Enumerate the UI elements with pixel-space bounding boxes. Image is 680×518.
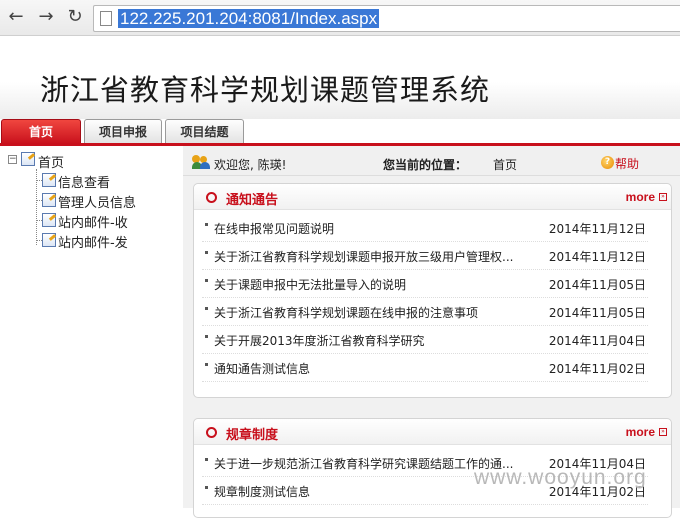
tab-home[interactable]: 首页 <box>1 119 81 144</box>
back-arrow-icon[interactable]: ← <box>5 6 27 28</box>
ring-bullet-icon <box>206 427 217 438</box>
notices-panel: 通知通告 more » 在线申报常见问题说明 2014年11月12日 关于浙江省… <box>193 183 672 398</box>
collapse-toggle-icon[interactable]: − <box>8 155 17 164</box>
notice-date: 2014年11月12日 <box>548 250 646 264</box>
status-bar: 欢迎您, 陈瑛! 您当前的位置： 首页 ? 帮助 <box>183 150 680 176</box>
tree-root-label[interactable]: 首页 <box>38 152 64 171</box>
sidebar-item-label[interactable]: 站内邮件-收 <box>58 212 128 231</box>
reload-icon[interactable]: ↻ <box>64 6 86 28</box>
sidebar-item-label[interactable]: 信息查看 <box>58 172 110 191</box>
doc-edit-icon <box>42 233 56 247</box>
address-url[interactable]: 122.225.201.204:8081/Index.aspx <box>118 9 380 28</box>
more-link[interactable]: more <box>626 425 655 439</box>
sidebar-tree: − 首页 信息查看 管理人员信息 站内邮件-收 站内邮件-发 <box>0 146 183 508</box>
location-value: 首页 <box>493 158 518 172</box>
folder-doc-icon <box>21 152 35 166</box>
notice-title[interactable]: 关于课题申报中无法批量导入的说明 <box>214 276 514 293</box>
doc-edit-icon <box>42 193 56 207</box>
panel-title: 规章制度 <box>226 428 279 443</box>
address-bar[interactable]: 122.225.201.204:8081/Index.aspx <box>93 5 680 32</box>
users-icon <box>192 155 210 169</box>
page-icon <box>100 11 112 26</box>
panel-header: 通知通告 more » <box>194 184 671 210</box>
list-item[interactable]: 关于开展2013年度浙江省教育科学研究 2014年11月04日 <box>202 326 648 354</box>
sidebar-item-label[interactable]: 站内邮件-发 <box>58 232 128 251</box>
main-content: 欢迎您, 陈瑛! 您当前的位置： 首页 ? 帮助 通知通告 more » 在线申… <box>183 146 680 518</box>
help-label[interactable]: 帮助 <box>615 157 639 171</box>
rule-title[interactable]: 关于进一步规范浙江省教育科学研究课题结题工作的通... <box>214 455 514 472</box>
panel-title: 通知通告 <box>226 193 279 208</box>
doc-edit-icon <box>42 213 56 227</box>
notice-title[interactable]: 在线申报常见问题说明 <box>214 220 514 237</box>
notice-title[interactable]: 关于开展2013年度浙江省教育科学研究 <box>214 332 514 349</box>
notice-date: 2014年11月04日 <box>548 334 646 348</box>
notice-date: 2014年11月12日 <box>548 222 646 236</box>
notice-date: 2014年11月02日 <box>548 362 646 376</box>
ring-bullet-icon <box>206 192 217 203</box>
system-title: 浙江省教育科学规划课题管理系统 <box>40 73 491 107</box>
notice-date: 2014年11月05日 <box>548 306 646 320</box>
list-item[interactable]: 通知通告测试信息 2014年11月02日 <box>202 354 648 382</box>
sidebar-item-label[interactable]: 管理人员信息 <box>58 192 136 211</box>
main-tab-bar: 首页 项目申报 项目结题 <box>0 119 680 145</box>
site-header: 浙江省教育科学规划课题管理系统 <box>0 37 680 119</box>
list-item[interactable]: 在线申报常见问题说明 2014年11月12日 <box>202 214 648 242</box>
watermark-text: www.wooyun.org <box>474 466 647 489</box>
notice-title[interactable]: 关于浙江省教育科学规划课题在线申报的注意事项 <box>214 304 514 321</box>
more-arrow-icon[interactable]: » <box>659 193 667 201</box>
rule-title[interactable]: 规章制度测试信息 <box>214 483 514 500</box>
list-item[interactable]: 关于浙江省教育科学规划课题申报开放三级用户管理权... 2014年11月12日 <box>202 242 648 270</box>
list-item[interactable]: 关于课题申报中无法批量导入的说明 2014年11月05日 <box>202 270 648 298</box>
more-arrow-icon[interactable]: » <box>659 428 667 436</box>
notice-title[interactable]: 关于浙江省教育科学规划课题申报开放三级用户管理权... <box>214 248 514 265</box>
browser-toolbar: ← → ↻ 122.225.201.204:8081/Index.aspx <box>0 0 680 36</box>
location-label: 您当前的位置： <box>383 158 468 172</box>
notice-title[interactable]: 通知通告测试信息 <box>214 360 514 377</box>
panel-header: 规章制度 more » <box>194 419 671 445</box>
tab-project-completion[interactable]: 项目结题 <box>165 119 244 143</box>
list-item[interactable]: 关于浙江省教育科学规划课题在线申报的注意事项 2014年11月05日 <box>202 298 648 326</box>
welcome-text: 欢迎您, 陈瑛! <box>214 158 287 172</box>
tab-project-application[interactable]: 项目申报 <box>84 119 162 143</box>
doc-edit-icon <box>42 173 56 187</box>
forward-arrow-icon[interactable]: → <box>35 6 57 28</box>
help-link[interactable]: ? 帮助 <box>601 155 639 172</box>
help-icon[interactable]: ? <box>601 156 614 169</box>
more-link[interactable]: more <box>626 190 655 204</box>
notice-date: 2014年11月05日 <box>548 278 646 292</box>
